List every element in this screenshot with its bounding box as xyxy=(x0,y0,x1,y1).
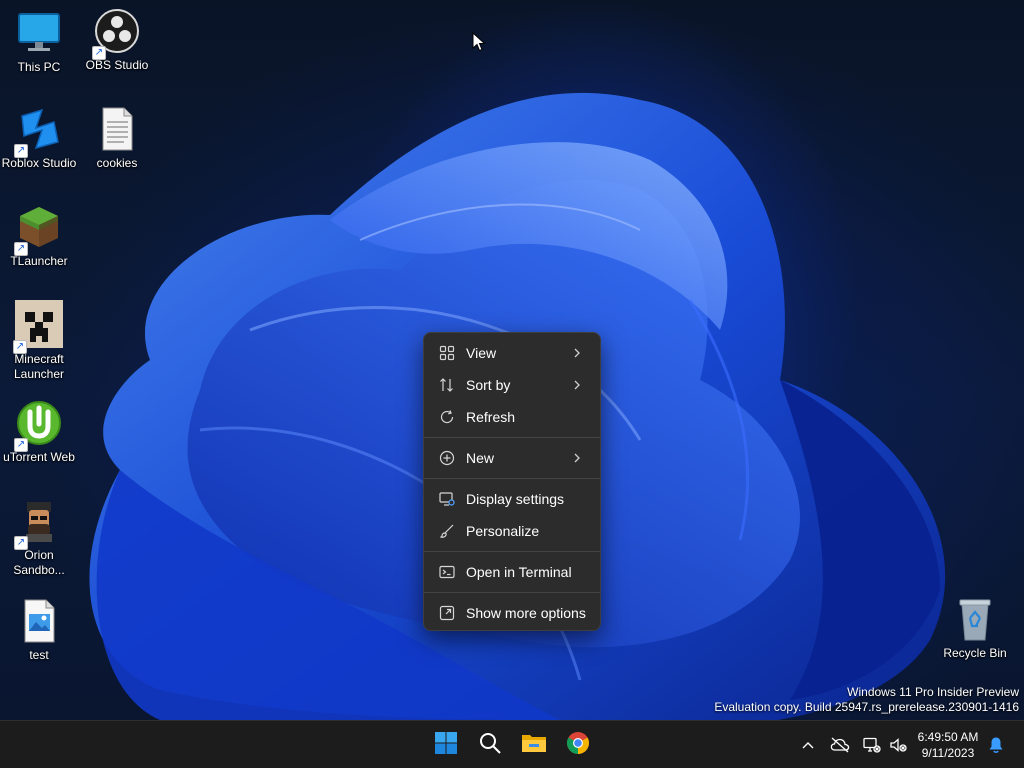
menu-item-label: View xyxy=(466,345,497,361)
network-icon[interactable] xyxy=(862,735,882,755)
desktop-icon-label: This PC xyxy=(17,60,61,74)
search-icon xyxy=(478,731,502,760)
desktop-icon-label: OBS Studio xyxy=(85,58,149,72)
menu-item-label: Refresh xyxy=(466,409,516,425)
menu-item-label: New xyxy=(466,450,495,466)
menu-item-label: Personalize xyxy=(466,523,540,539)
menu-item-label: Show more options xyxy=(466,605,586,621)
menu-item-new[interactable]: New xyxy=(428,442,596,474)
utorrent-icon: ↗ xyxy=(14,400,62,452)
file-explorer-icon xyxy=(521,732,547,759)
grid-icon xyxy=(438,344,456,362)
notification-bell-icon[interactable] xyxy=(986,735,1006,755)
start-button[interactable] xyxy=(428,727,464,763)
orion-avatar-icon: ↗ xyxy=(14,498,62,550)
shortcut-arrow-icon: ↗ xyxy=(92,46,106,60)
shortcut-arrow-icon: ↗ xyxy=(14,242,28,256)
file-explorer-button[interactable] xyxy=(516,727,552,763)
roblox-studio-icon: ↗ xyxy=(14,106,62,158)
grass-block-icon: ↗ xyxy=(14,204,62,256)
text-file-icon xyxy=(94,106,140,152)
cloud-offline-icon[interactable] xyxy=(830,735,850,755)
recycle-bin-icon xyxy=(952,596,998,642)
monitor-icon xyxy=(16,10,62,56)
desktop-icon-this-pc[interactable]: This PC xyxy=(0,10,78,75)
watermark-line-2: Evaluation copy. Build 25947.rs_prerelea… xyxy=(714,700,1019,714)
build-watermark: Windows 11 Pro Insider Preview Evaluatio… xyxy=(714,685,1019,715)
desktop-icon-minecraft-launcher[interactable]: ↗ Minecraft Launcher xyxy=(0,300,78,382)
desktop-icon-label: Minecraft Launcher xyxy=(13,352,65,381)
refresh-icon xyxy=(438,408,456,426)
menu-separator xyxy=(424,592,600,593)
desktop-icon-label: cookies xyxy=(96,156,138,170)
menu-item-open-in-terminal[interactable]: Open in Terminal xyxy=(428,556,596,588)
plus-circle-icon xyxy=(438,449,456,467)
terminal-icon xyxy=(438,563,456,581)
chrome-button[interactable] xyxy=(560,727,596,763)
more-options-icon xyxy=(438,604,456,622)
desktop[interactable]: This PC ↗ OBS Studio ↗ Roblox Studio coo… xyxy=(0,0,1024,720)
shortcut-arrow-icon: ↗ xyxy=(14,536,28,550)
menu-separator xyxy=(424,437,600,438)
chrome-icon xyxy=(566,731,590,760)
shortcut-arrow-icon: ↗ xyxy=(13,340,27,354)
desktop-icon-label: test xyxy=(29,648,49,662)
shortcut-arrow-icon: ↗ xyxy=(14,438,28,452)
clock-time: 6:49:50 AM xyxy=(917,730,979,744)
sort-icon xyxy=(438,376,456,394)
menu-item-sort-by[interactable]: Sort by xyxy=(428,369,596,401)
clock-date: 9/11/2023 xyxy=(921,746,975,760)
desktop-icon-utorrent-web[interactable]: ↗ uTorrent Web xyxy=(0,400,78,465)
menu-item-label: Sort by xyxy=(466,377,511,393)
menu-item-label: Open in Terminal xyxy=(466,564,572,580)
chevron-up-icon[interactable] xyxy=(798,735,818,755)
menu-separator xyxy=(424,478,600,479)
desktop-icon-label: Roblox Studio xyxy=(1,156,77,170)
menu-item-label: Display settings xyxy=(466,491,565,507)
desktop-icon-cookies[interactable]: cookies xyxy=(78,106,156,171)
desktop-icon-obs-studio[interactable]: ↗ OBS Studio xyxy=(78,8,156,73)
menu-item-personalize[interactable]: Personalize xyxy=(428,515,596,547)
taskbar-clock[interactable]: 6:49:50 AM 9/11/2023 xyxy=(912,729,984,761)
brush-icon xyxy=(438,522,456,540)
menu-item-show-more-options[interactable]: Show more options xyxy=(428,597,596,629)
watermark-line-1: Windows 11 Pro Insider Preview xyxy=(847,685,1019,699)
search-button[interactable] xyxy=(472,727,508,763)
desktop-icon-label: Recycle Bin xyxy=(943,646,1007,660)
image-file-icon xyxy=(16,598,62,644)
chevron-right-icon xyxy=(572,452,586,464)
desktop-icon-recycle-bin[interactable]: Recycle Bin xyxy=(936,596,1014,661)
taskbar: 6:49:50 AM 9/11/2023 xyxy=(0,720,1024,768)
mouse-cursor-icon xyxy=(472,31,486,57)
desktop-icon-test[interactable]: test xyxy=(0,598,78,663)
menu-item-display-settings[interactable]: Display settings xyxy=(428,483,596,515)
desktop-context-menu: View Sort by Refresh New Display setting… xyxy=(423,332,601,631)
desktop-icon-tlauncher[interactable]: ↗ TLauncher xyxy=(0,204,78,269)
creeper-icon: ↗ xyxy=(13,300,63,354)
menu-item-refresh[interactable]: Refresh xyxy=(428,401,596,433)
desktop-icon-orion-sandbox[interactable]: ↗ Orion Sandbo... xyxy=(0,498,78,578)
menu-separator xyxy=(424,551,600,552)
volume-muted-icon[interactable] xyxy=(888,735,908,755)
menu-item-view[interactable]: View xyxy=(428,337,596,369)
shortcut-arrow-icon: ↗ xyxy=(14,144,28,158)
obs-icon: ↗ xyxy=(92,8,140,60)
start-icon xyxy=(434,731,458,760)
chevron-right-icon xyxy=(572,347,586,359)
desktop-icon-label: TLauncher xyxy=(10,254,68,268)
display-settings-icon xyxy=(438,490,456,508)
desktop-icon-label: Orion Sandbo... xyxy=(13,548,65,577)
desktop-icon-label: uTorrent Web xyxy=(3,450,75,464)
desktop-icon-roblox-studio[interactable]: ↗ Roblox Studio xyxy=(0,106,78,171)
chevron-right-icon xyxy=(572,379,586,391)
